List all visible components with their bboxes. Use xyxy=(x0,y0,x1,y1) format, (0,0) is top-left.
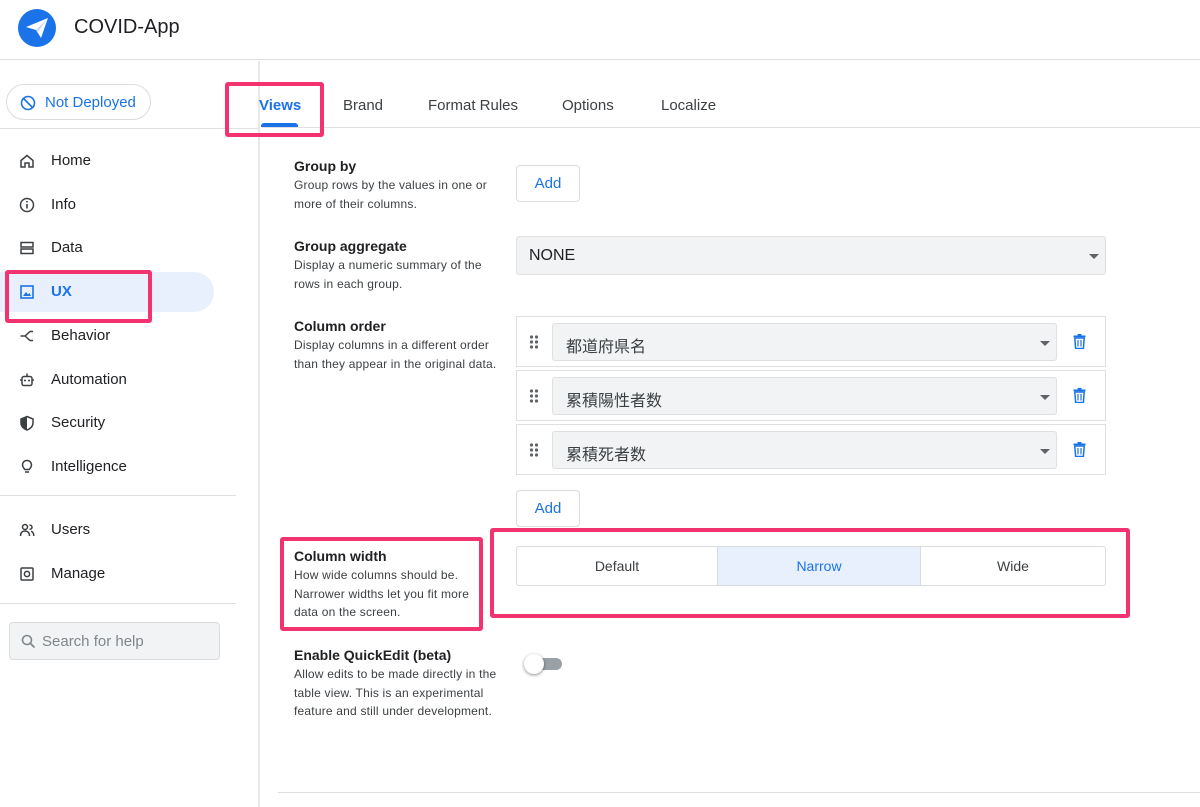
app-logo-icon[interactable] xyxy=(18,9,56,47)
group-by-add-button[interactable]: Add xyxy=(516,165,580,202)
tab-brand[interactable]: Brand xyxy=(343,97,383,114)
sidebar-item-label: Users xyxy=(51,521,91,538)
help-search-box[interactable] xyxy=(9,622,220,660)
info-icon xyxy=(19,197,35,213)
sidebar-item-label: Behavior xyxy=(51,327,111,344)
app-title: COVID-App xyxy=(74,16,180,38)
shield-icon xyxy=(20,415,34,431)
sidebar-item-data[interactable]: Data xyxy=(0,228,214,268)
column-order-title: Column order xyxy=(294,318,386,334)
deploy-status-chip[interactable]: Not Deployed xyxy=(6,84,151,120)
data-icon xyxy=(20,241,34,255)
sidebar-divider xyxy=(0,603,236,604)
highlight-ux-item xyxy=(5,270,152,323)
deploy-status-label: Not Deployed xyxy=(45,94,136,111)
content-divider xyxy=(278,792,1200,793)
home-icon xyxy=(20,154,34,168)
sidebar-item-label: Security xyxy=(51,414,106,431)
column-order-add-button[interactable]: Add xyxy=(516,490,580,527)
sidebar-item-label: Intelligence xyxy=(51,458,127,475)
sidebar-item-label: Data xyxy=(51,239,83,256)
quick-edit-title: Enable QuickEdit (beta) xyxy=(294,647,452,663)
tab-format-rules[interactable]: Format Rules xyxy=(428,97,518,114)
delete-icon[interactable] xyxy=(1073,388,1086,403)
column-select[interactable]: 累積陽性者数 xyxy=(552,377,1057,415)
group-by-description: Group rows by the values in one or more … xyxy=(294,178,487,211)
column-order-description: Display columns in a different order tha… xyxy=(294,338,497,371)
highlight-views-tab xyxy=(225,82,324,137)
drag-handle-icon[interactable] xyxy=(529,335,539,349)
sidebar-divider xyxy=(0,128,258,129)
chevron-down-icon xyxy=(1040,449,1050,454)
chevron-down-icon xyxy=(1040,341,1050,346)
column-order-row: 累積陽性者数 xyxy=(516,370,1106,421)
cloud-off-icon xyxy=(20,95,36,111)
sidebar-item-label: Home xyxy=(51,152,92,169)
sidebar-divider xyxy=(0,495,236,496)
settings-tabs: Views Brand Format Rules Options Localiz… xyxy=(259,61,1200,128)
sidebar-item-label: Automation xyxy=(51,371,127,388)
delete-icon[interactable] xyxy=(1073,334,1086,349)
column-select-value: 累積死者数 xyxy=(566,447,647,464)
column-select-value: 累積陽性者数 xyxy=(566,393,663,410)
help-search-input[interactable] xyxy=(42,631,212,651)
group-aggregate-select[interactable]: NONE xyxy=(516,236,1106,275)
robot-icon xyxy=(20,373,34,387)
sidebar-item-manage[interactable]: Manage xyxy=(0,554,214,594)
sidebar-item-users[interactable]: Users xyxy=(0,510,214,550)
users-icon xyxy=(19,523,35,537)
sidebar-item-info[interactable]: Info xyxy=(0,185,214,225)
group-aggregate-title: Group aggregate xyxy=(294,238,407,254)
lightbulb-icon xyxy=(21,459,33,473)
highlight-column-width-selector xyxy=(490,528,1130,618)
sidebar-item-security[interactable]: Security xyxy=(0,403,214,443)
quick-edit-description: Allow edits to be made directly in the t… xyxy=(294,667,497,718)
column-order-row: 累積死者数 xyxy=(516,424,1106,475)
chevron-down-icon xyxy=(1040,395,1050,400)
behavior-icon xyxy=(20,330,33,342)
drag-handle-icon[interactable] xyxy=(529,389,539,403)
column-order-row: 都道府県名 xyxy=(516,316,1106,367)
sidebar-item-automation[interactable]: Automation xyxy=(0,360,214,400)
quick-edit-toggle[interactable] xyxy=(524,653,564,675)
search-icon xyxy=(21,634,36,649)
column-select[interactable]: 都道府県名 xyxy=(552,323,1057,361)
delete-icon[interactable] xyxy=(1073,442,1086,457)
chevron-down-icon xyxy=(1089,254,1099,259)
gear-icon xyxy=(20,567,34,581)
sidebar-item-home[interactable]: Home xyxy=(0,141,214,181)
sidebar-item-label: Manage xyxy=(51,565,106,582)
tab-localize[interactable]: Localize xyxy=(661,97,716,114)
toggle-thumb xyxy=(524,654,544,674)
group-aggregate-description: Display a numeric summary of the rows in… xyxy=(294,258,482,291)
highlight-column-width-label xyxy=(280,537,483,631)
group-by-title: Group by xyxy=(294,158,357,174)
tab-options[interactable]: Options xyxy=(562,97,614,114)
sidebar-item-intelligence[interactable]: Intelligence xyxy=(0,447,214,487)
sidebar-item-label: Info xyxy=(51,196,77,213)
column-select[interactable]: 累積死者数 xyxy=(552,431,1057,469)
column-select-value: 都道府県名 xyxy=(566,339,647,356)
app-header: COVID-App xyxy=(0,0,1200,60)
drag-handle-icon[interactable] xyxy=(529,443,539,457)
group-aggregate-value: NONE xyxy=(529,247,576,264)
